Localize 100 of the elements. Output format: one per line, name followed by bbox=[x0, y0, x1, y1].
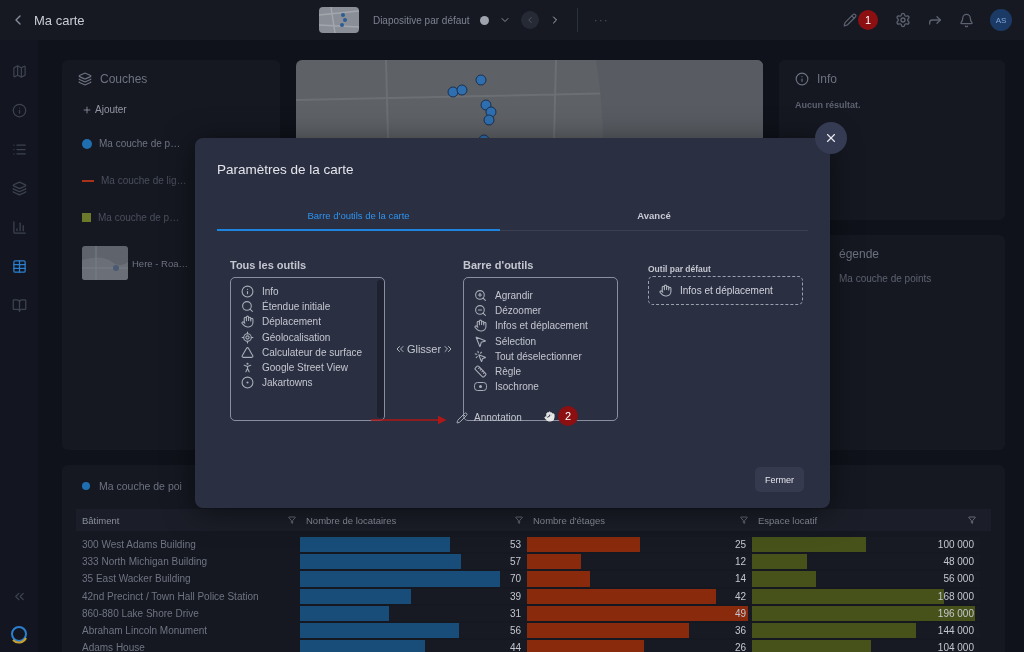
cell-value: 26 bbox=[734, 642, 746, 652]
hand-icon bbox=[474, 319, 487, 333]
table-cell-text: 300 West Adams Building bbox=[81, 538, 197, 553]
filter-icon[interactable] bbox=[740, 516, 748, 524]
filter-icon[interactable] bbox=[288, 516, 296, 524]
tool-item[interactable]: Agrandir bbox=[495, 288, 533, 304]
tool-item[interactable]: Règle bbox=[495, 364, 522, 380]
target-icon bbox=[241, 330, 254, 344]
cell-value: 42 bbox=[734, 590, 746, 602]
hand-icon bbox=[659, 284, 672, 297]
panel-title: Info bbox=[817, 72, 837, 86]
tool-item[interactable]: Déplacement bbox=[262, 314, 321, 330]
tool-item[interactable]: Jakartowns bbox=[262, 375, 313, 391]
settings-icon[interactable] bbox=[895, 12, 911, 28]
pill-icon bbox=[474, 380, 487, 394]
tool-item[interactable]: Dézoomer bbox=[495, 303, 542, 319]
column-title: Barre d'outils bbox=[463, 259, 535, 273]
layer-name[interactable]: Here - Roa… bbox=[132, 257, 188, 269]
cell-value: 100 000 bbox=[937, 539, 974, 551]
column-header[interactable]: Bâtiment bbox=[82, 514, 120, 526]
cell-value: 48 000 bbox=[943, 556, 974, 568]
cell-value: 25 bbox=[734, 539, 746, 551]
cell-value: 49 bbox=[734, 607, 746, 619]
cell-value: 53 bbox=[509, 539, 521, 551]
close-icon bbox=[824, 131, 838, 145]
add-layer-button[interactable]: Ajouter bbox=[82, 104, 264, 115]
tool-item[interactable]: Isochrone bbox=[495, 379, 539, 395]
tool-item[interactable]: Infos et déplacement bbox=[495, 318, 588, 334]
tool-item[interactable]: Info bbox=[262, 284, 279, 300]
nav-icon[interactable] bbox=[11, 103, 27, 118]
point-symbol bbox=[82, 482, 90, 490]
empty-message: Aucun résultat. bbox=[795, 100, 862, 110]
tool-item[interactable]: Géolocalisation bbox=[262, 329, 331, 345]
cell-value: 104 000 bbox=[937, 642, 974, 652]
pointer-icon bbox=[474, 334, 487, 348]
map-title: Ma carte bbox=[34, 12, 85, 28]
pointer-click-icon bbox=[474, 349, 487, 363]
cell-value: 14 bbox=[734, 573, 746, 585]
triangle-icon bbox=[241, 345, 254, 359]
pencil-icon[interactable] bbox=[843, 13, 857, 27]
default-tool-value: Infos et déplacement bbox=[680, 285, 773, 296]
tool-item[interactable]: Google Street View bbox=[262, 360, 348, 376]
column-header[interactable]: Espace locatif bbox=[758, 514, 818, 526]
panel-title: Couches bbox=[100, 72, 148, 86]
column-header[interactable]: Nombre d'étages bbox=[533, 514, 606, 526]
cell-value: 168 000 bbox=[937, 590, 974, 602]
plus-icon bbox=[82, 104, 92, 115]
table-cell-text: 42nd Precinct / Town Hall Police Station bbox=[81, 589, 260, 604]
cell-value: 56 000 bbox=[943, 573, 974, 585]
person-icon bbox=[241, 361, 254, 374]
cell-value: 196 000 bbox=[937, 607, 974, 619]
status-dot bbox=[479, 15, 489, 25]
magnifier-icon bbox=[241, 300, 254, 314]
dialog-tab[interactable]: Avancé bbox=[500, 201, 808, 231]
tool-item[interactable]: Étendue initiale bbox=[262, 299, 331, 315]
dialog-title: Paramètres de la carte bbox=[217, 162, 354, 177]
previous-button[interactable] bbox=[520, 11, 539, 29]
tool-item[interactable]: Sélection bbox=[495, 333, 537, 349]
layers-icon bbox=[78, 72, 92, 86]
table-cell-text: Abraham Lincoln Monument bbox=[81, 624, 209, 639]
cell-value: 31 bbox=[509, 607, 521, 619]
default-tool-field[interactable]: Infos et déplacement bbox=[648, 276, 803, 305]
dialog-tab[interactable]: Barre d'outils de la carte bbox=[217, 201, 500, 231]
hand-icon bbox=[241, 315, 254, 329]
info-icon bbox=[241, 285, 254, 298]
pencil-icon bbox=[456, 411, 468, 424]
close-button[interactable]: Fermer bbox=[755, 467, 804, 492]
filter-icon[interactable] bbox=[515, 516, 523, 524]
globe-logo-icon bbox=[9, 624, 29, 644]
cell-value: 36 bbox=[734, 625, 746, 637]
drag-hint: Glisser bbox=[406, 343, 442, 355]
layer-name[interactable]: Ma couche de p… bbox=[99, 138, 181, 149]
cell-value: 57 bbox=[509, 556, 521, 568]
cell-value: 44 bbox=[509, 642, 521, 652]
table-cell-text: 333 North Michigan Building bbox=[81, 555, 209, 570]
panel-title: égende bbox=[839, 247, 881, 261]
cell-value: 12 bbox=[734, 556, 746, 568]
filter-icon[interactable] bbox=[968, 516, 976, 524]
legend-item: Ma couche de points bbox=[839, 273, 933, 284]
cell-value: 144 000 bbox=[937, 625, 974, 637]
tool-item[interactable]: Calculateur de surface bbox=[262, 344, 363, 360]
step-badge: 2 bbox=[558, 406, 578, 426]
table-cell-text: 35 East Wacker Building bbox=[81, 572, 192, 587]
zoom-in-icon bbox=[474, 289, 487, 302]
cell-value: 70 bbox=[509, 573, 521, 585]
user-avatar[interactable]: AS bbox=[990, 9, 1012, 31]
column-title: Tous les outils bbox=[230, 259, 308, 273]
table-cell-text: Adams House bbox=[81, 641, 146, 652]
bell-icon[interactable] bbox=[959, 12, 974, 28]
tool-item[interactable]: Tout déselectionner bbox=[495, 348, 582, 364]
column-header[interactable]: Nombre de locataires bbox=[306, 514, 397, 526]
nav-icon[interactable] bbox=[11, 259, 27, 274]
cell-value: 56 bbox=[509, 625, 521, 637]
ruler-icon bbox=[474, 365, 487, 378]
circle-dot-icon bbox=[241, 376, 254, 390]
step-badge: 1 bbox=[858, 10, 878, 30]
cell-value: 39 bbox=[509, 590, 521, 602]
slide-name: Diapositive par défaut bbox=[372, 14, 470, 26]
zoom-out-icon bbox=[474, 304, 487, 318]
scrollbar[interactable] bbox=[377, 280, 384, 418]
